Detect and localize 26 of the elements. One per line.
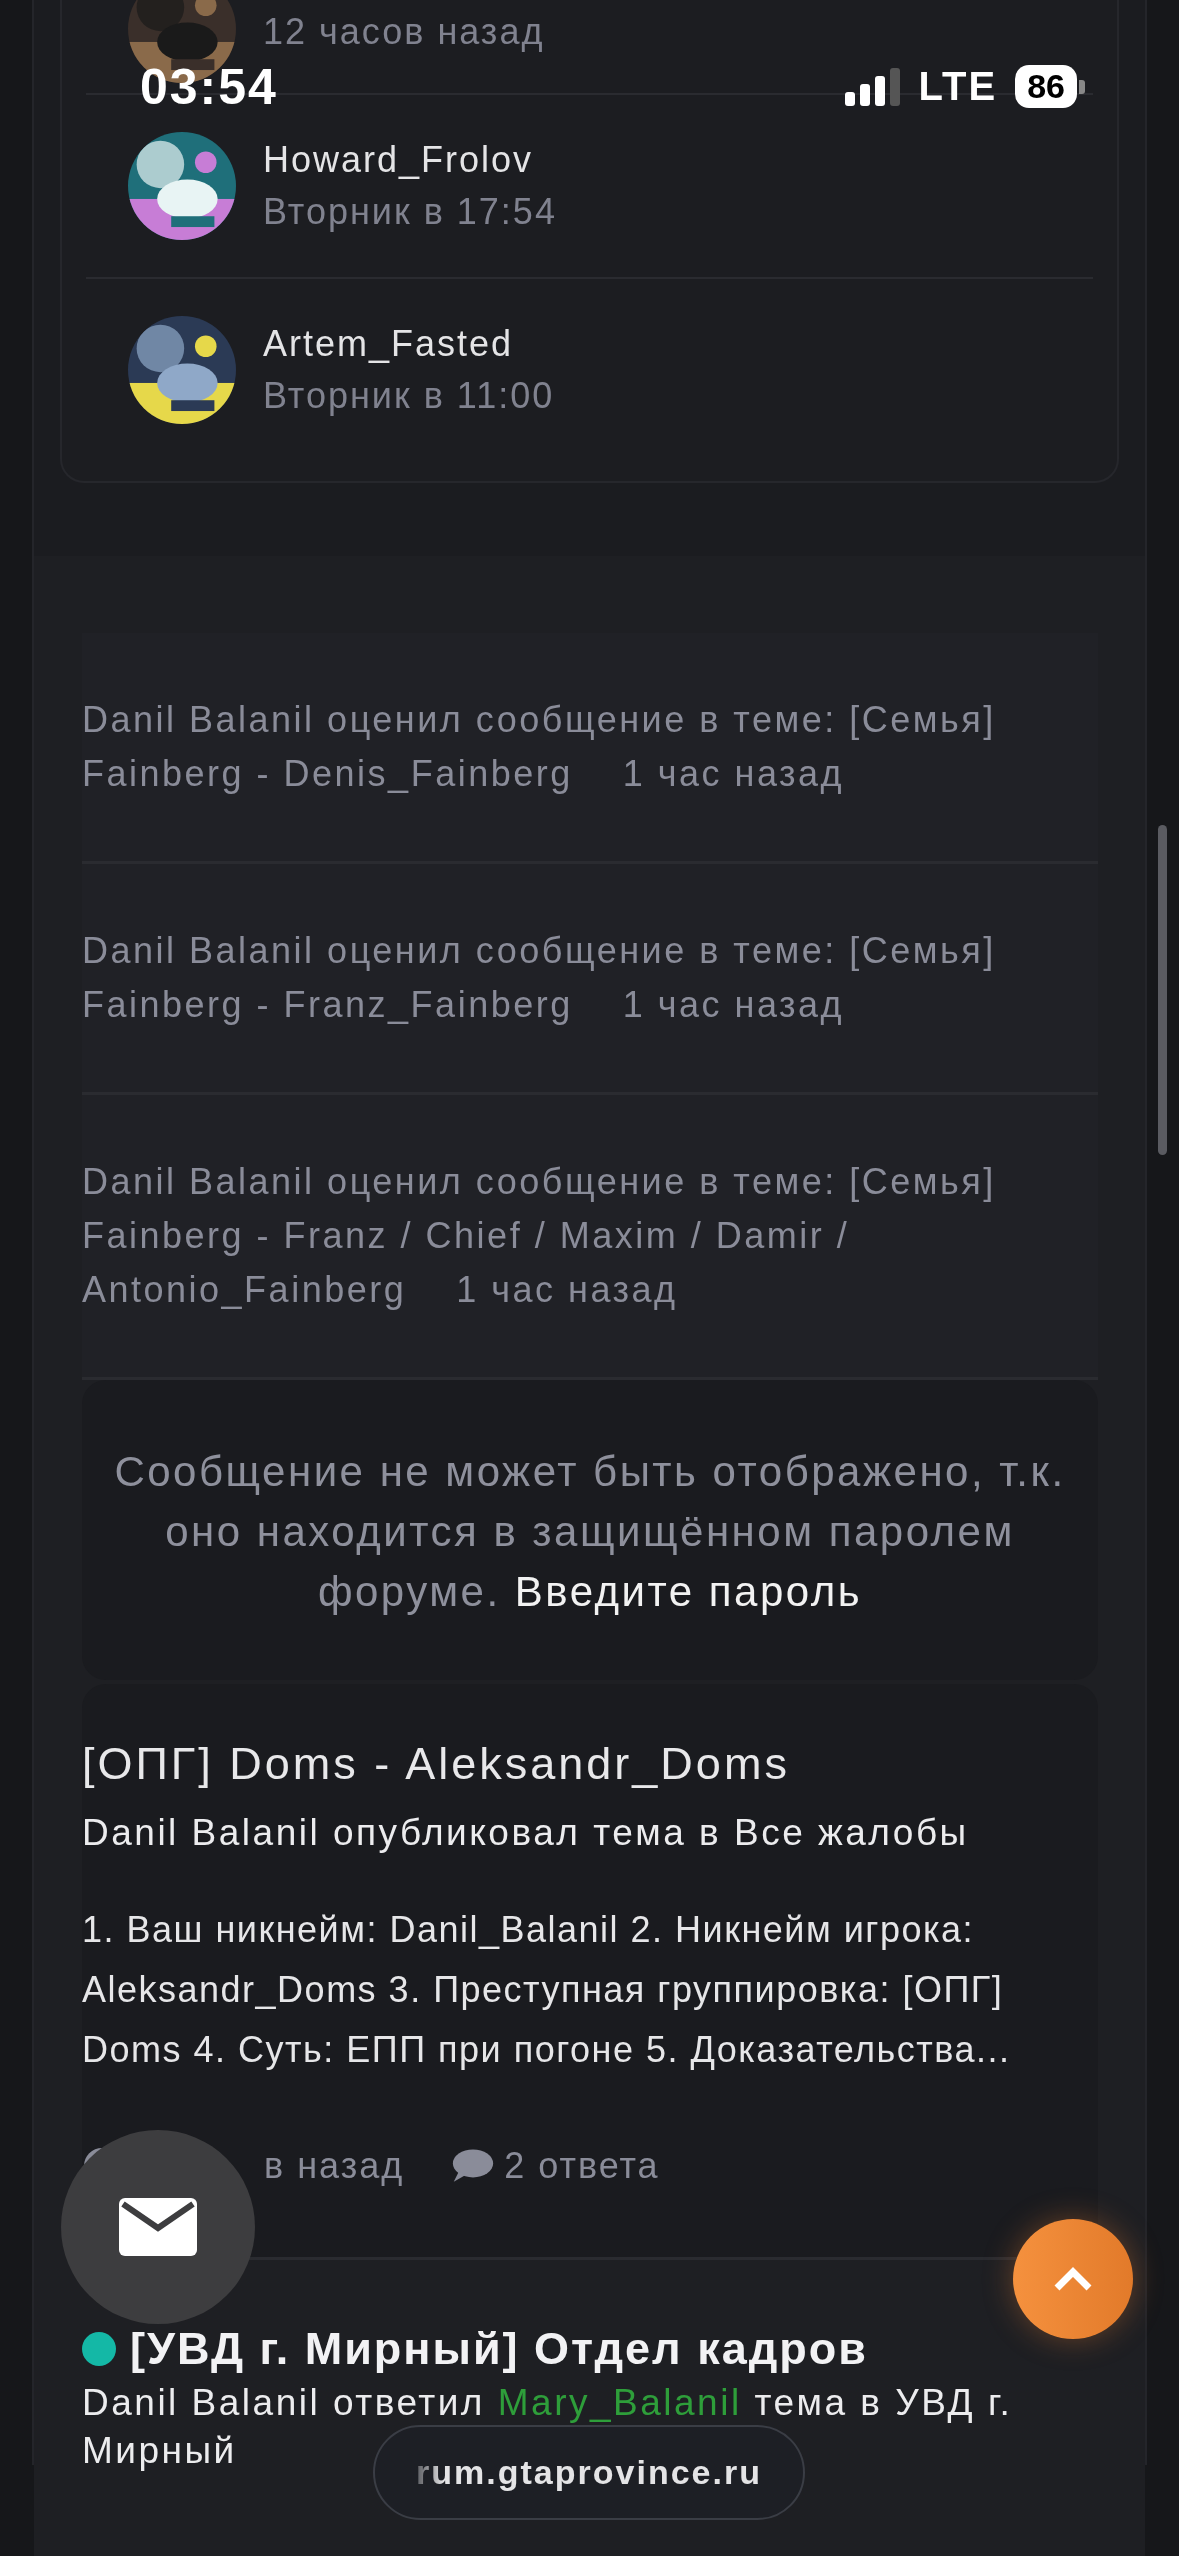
topic-snippet: 1. Ваш никнейм: Danil_Balanil 2. Никнейм игрока: Aleksandr_Doms 3. Преступная группировка: [ОПГ] Doms 4. Суть: ЕПП при погоне 5. Доказательства... [82, 1908, 1012, 2072]
user-link[interactable]: Mary_Balanil [497, 2382, 742, 2423]
visit-time: 12 часов назад [263, 11, 545, 53]
signal-icon [844, 67, 901, 106]
user-name[interactable]: Artem_Fasted [263, 323, 555, 365]
topic-title[interactable]: [ОПГ] Doms - Aleksandr_Doms [82, 1732, 1098, 1796]
url-toast[interactable]: rum.gtaprovince.ru [373, 2425, 805, 2520]
reply-count: 2 ответа [504, 2145, 660, 2187]
clock-time: 03:54 [140, 58, 278, 116]
visit-time: Вторник в 17:54 [263, 191, 557, 233]
forum-name: Мирный [82, 2430, 237, 2471]
user-name[interactable]: Howard_Frolov [263, 139, 557, 181]
topic-byline: Danil Balanil ответил Mary_Balanil тема в УВД г. [82, 2383, 1014, 2423]
topic-time: в назад [264, 2145, 405, 2187]
activity-item[interactable]: Danil Balanil оценил сообщение в теме: [Семья] Fainberg - Franz_Fainberg 1 час назад [82, 864, 1098, 1095]
visit-time: Вторник в 11:00 [263, 375, 555, 417]
protected-notice: Сообщение не может быть отображено, т.к. оно находится в защищённом паролем форуме. Введите пароль [82, 1380, 1098, 1680]
network-label: LTE [918, 64, 998, 109]
topic-byline: Danil Balanil опубликовал тема в Все жалобы [82, 1811, 970, 1855]
topic-title[interactable]: [УВД г. Мирный] Отдел кадров [130, 2323, 868, 2375]
envelope-icon [119, 2198, 197, 2256]
comment-icon [452, 2148, 495, 2184]
password-link[interactable]: Введите пароль [514, 1568, 863, 1615]
activity-item[interactable]: Danil Balanil оценил сообщение в теме: [Семья] Fainberg - Denis_Fainberg 1 час назад [82, 633, 1098, 864]
scrollbar[interactable] [1158, 825, 1167, 1155]
chevron-up-icon [1053, 2266, 1093, 2292]
